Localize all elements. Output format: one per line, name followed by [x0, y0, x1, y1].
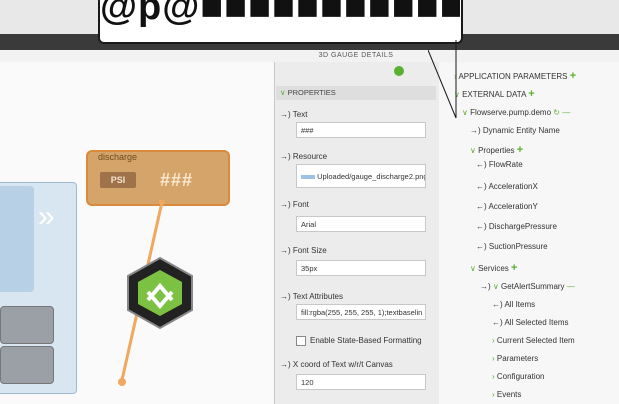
- properties-node[interactable]: ∨ Properties +: [470, 144, 523, 156]
- remove-icon[interactable]: —: [562, 108, 570, 117]
- left-button-1[interactable]: [0, 306, 54, 344]
- callout-text: @p@■■■■■■■■■■■■g■■■■■: [100, 0, 460, 28]
- service-getalertsummary[interactable]: →) ∨ GetAlertSummary —: [480, 282, 575, 291]
- psi-badge: PSI: [100, 172, 136, 188]
- status-dot-icon: [394, 66, 404, 76]
- services-node[interactable]: ∨ Services +: [470, 262, 517, 274]
- state-formatting-checkbox[interactable]: [296, 336, 306, 346]
- service-child-parameters[interactable]: › Parameters: [492, 354, 538, 363]
- font-size-label: →) Font Size: [280, 246, 327, 255]
- gauge-value: ###: [160, 170, 194, 190]
- service-child-all-items[interactable]: ←) All Items: [492, 300, 535, 309]
- service-child-configuration[interactable]: › Configuration: [492, 372, 545, 381]
- application-parameters-node[interactable]: › APPLICATION PARAMETERS +: [454, 70, 576, 82]
- add-icon[interactable]: +: [528, 88, 534, 100]
- gauge-label: discharge: [98, 152, 138, 162]
- resource-input[interactable]: Uploaded/gauge_discharge2.png: [296, 164, 426, 188]
- text-attributes-input[interactable]: fill:rgba(255, 255, 255, 1);textbaselin: [296, 304, 426, 320]
- font-size-input[interactable]: 35px: [296, 260, 426, 276]
- add-icon[interactable]: +: [511, 262, 517, 274]
- service-child-events[interactable]: › Events: [492, 390, 521, 399]
- thing-node[interactable]: ∨ Flowserve.pump.demo ↻ —: [462, 108, 570, 117]
- font-input[interactable]: Arial: [296, 216, 426, 232]
- left-button-2[interactable]: [0, 346, 54, 384]
- prop-accelerationx[interactable]: ←) AccelerationX: [476, 182, 538, 191]
- chevron-right-icon: »: [38, 200, 55, 233]
- external-data-node[interactable]: ∨ EXTERNAL DATA +: [454, 88, 535, 100]
- properties-section-label: PROPERTIES: [287, 88, 336, 97]
- service-child-current-selected[interactable]: › Current Selected Item: [492, 336, 575, 345]
- hex-logo-icon: [127, 256, 193, 330]
- resource-label: →) Resource: [280, 152, 328, 161]
- add-icon[interactable]: +: [570, 70, 576, 82]
- dynamic-entity-node[interactable]: →) Dynamic Entity Name: [470, 126, 560, 135]
- image-icon: [301, 175, 315, 180]
- refresh-icon[interactable]: ↻: [553, 108, 560, 117]
- text-attributes-label: →) Text Attributes: [280, 292, 343, 301]
- remove-icon[interactable]: —: [567, 282, 575, 291]
- add-icon[interactable]: +: [517, 144, 523, 156]
- prop-dischargepressure[interactable]: ←) DischargePressure: [476, 222, 557, 231]
- text-label: →) Text: [280, 110, 308, 119]
- service-child-all-selected[interactable]: ←) All Selected Items: [492, 318, 568, 327]
- left-widget-inner: [0, 186, 34, 292]
- prop-accelerationy[interactable]: ←) AccelerationY: [476, 202, 538, 211]
- prop-suctionpressure[interactable]: ←) SuctionPressure: [476, 242, 548, 251]
- callout-pointer: [428, 40, 457, 119]
- properties-section-header[interactable]: ∨ PROPERTIES: [276, 86, 436, 100]
- text-input[interactable]: ###: [296, 122, 426, 138]
- font-label: →) Font: [280, 200, 309, 209]
- panel-title: 3D GAUGE DETAILS: [318, 52, 394, 59]
- state-formatting-label: Enable State-Based Formatting: [310, 336, 422, 345]
- x-coord-input[interactable]: 120: [296, 374, 426, 390]
- x-coord-label: →) X coord of Text w/r/t Canvas: [280, 360, 393, 369]
- prop-flowrate[interactable]: ←) FlowRate: [476, 160, 523, 169]
